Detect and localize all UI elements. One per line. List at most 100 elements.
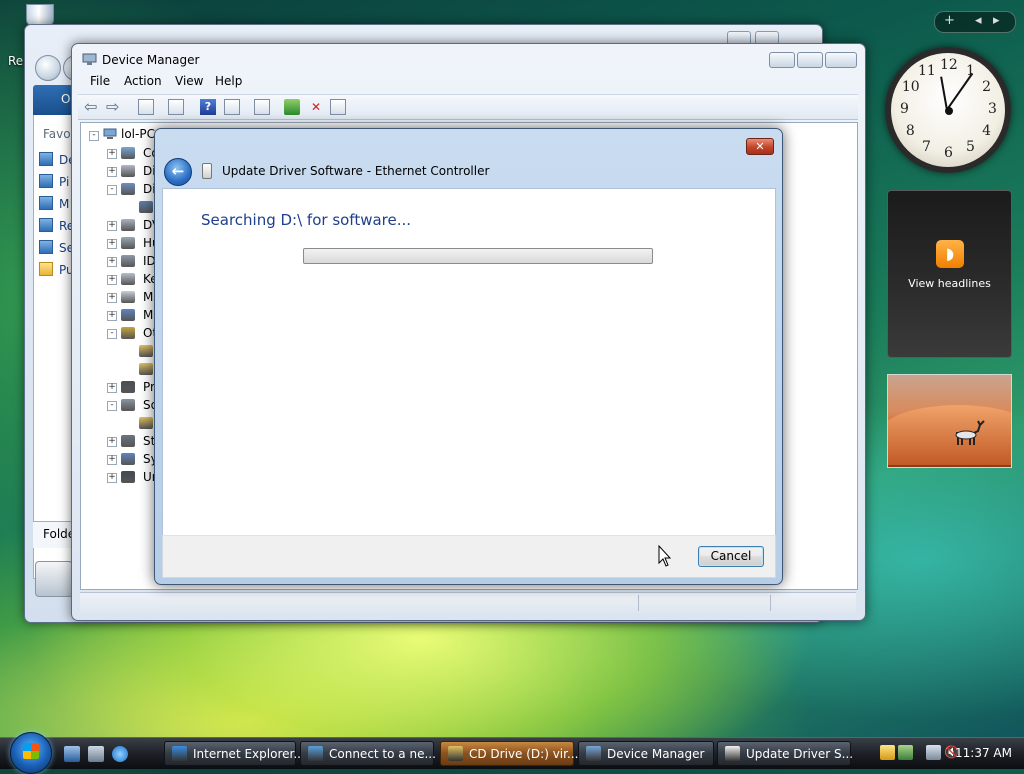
device-category-icon	[121, 435, 135, 447]
tree-expander[interactable]: +	[107, 239, 117, 249]
previous-button[interactable]: ◂	[975, 13, 982, 28]
sidebar-controls: + ◂ ▸	[934, 11, 1016, 33]
taskbar-button-label: Connect to a ne...	[329, 747, 436, 761]
ie-quicklaunch-icon[interactable]	[112, 746, 128, 762]
show-desktop-icon[interactable]	[64, 746, 80, 762]
next-button[interactable]: ▸	[993, 13, 1000, 28]
close-button[interactable]: ✕	[746, 138, 774, 155]
tree-expander[interactable]: +	[107, 149, 117, 159]
device-manager-icon	[586, 746, 601, 761]
slideshow-gadget[interactable]	[887, 374, 1012, 468]
recycle-bin-label: Re	[8, 54, 24, 68]
device-category-icon	[121, 291, 135, 303]
taskbar-button[interactable]: Update Driver S...	[717, 741, 854, 766]
switch-windows-icon[interactable]	[88, 746, 104, 762]
tree-expander[interactable]: +	[107, 221, 117, 231]
taskbar-button[interactable]: Internet Explorer...	[164, 741, 305, 766]
tree-expander[interactable]: -	[107, 185, 117, 195]
device-category-icon	[121, 219, 135, 231]
add-gadget-button[interactable]: +	[944, 13, 955, 28]
nav-header-label: O	[61, 92, 71, 106]
update-driver-dialog[interactable]: ✕ ← Update Driver Software - Ethernet Co…	[154, 128, 783, 585]
tree-expander[interactable]: -	[89, 131, 99, 141]
tree-expander[interactable]: +	[107, 275, 117, 285]
taskbar-button[interactable]: CD Drive (D:) vir...	[440, 741, 578, 766]
forward-arrow-icon[interactable]: ⇨	[106, 99, 122, 115]
view-icon[interactable]	[224, 99, 240, 115]
menu-file[interactable]: File	[90, 74, 110, 88]
back-button[interactable]	[35, 55, 61, 81]
update-driver-icon	[725, 746, 740, 761]
view-headlines-label[interactable]: View headlines	[888, 277, 1011, 290]
mouse-cursor-icon	[658, 545, 672, 567]
tree-expander[interactable]: +	[107, 257, 117, 267]
clock-gadget[interactable]: 12 1 2 3 4 5 6 7 8 9 10 11	[885, 47, 1011, 173]
back-button[interactable]: ←	[164, 158, 192, 186]
tree-root-label[interactable]: lol-PC	[121, 127, 155, 141]
cd-drive-icon	[448, 746, 463, 761]
device-category-icon	[121, 381, 135, 393]
tree-item-label[interactable]: M	[143, 290, 153, 304]
taskbar-button-label: Update Driver S...	[746, 747, 854, 761]
device-category-icon	[121, 471, 135, 483]
network-icon[interactable]	[926, 745, 941, 760]
tree-expander[interactable]: +	[107, 167, 117, 177]
disable-device-icon[interactable]	[330, 99, 346, 115]
menu-help[interactable]: Help	[215, 74, 242, 88]
maximize-button[interactable]	[797, 52, 823, 68]
status-heading: Searching D:\ for software...	[201, 211, 412, 229]
recycle-bin-icon[interactable]	[22, 4, 56, 26]
taskbar-button[interactable]: Device Manager	[578, 741, 714, 766]
status-bar	[80, 592, 856, 613]
taskbar-button-label: CD Drive (D:) vir...	[469, 747, 579, 761]
tree-item-label[interactable]: M	[143, 308, 153, 322]
menu-action[interactable]: Action	[124, 74, 162, 88]
uninstall-icon[interactable]: ✕	[308, 99, 324, 115]
tree-expander[interactable]: -	[107, 401, 117, 411]
clock-number: 4	[982, 123, 992, 139]
cancel-button[interactable]: Cancel	[698, 546, 764, 567]
tree-expander[interactable]: +	[107, 311, 117, 321]
help-icon[interactable]: ?	[200, 99, 216, 115]
scan-hardware-icon[interactable]	[254, 99, 270, 115]
properties-icon[interactable]	[168, 99, 184, 115]
device-category-icon	[121, 255, 135, 267]
taskbar-button[interactable]: Connect to a ne...	[300, 741, 436, 766]
folder-icon	[39, 262, 53, 276]
device-manager-icon	[82, 53, 97, 65]
feed-headlines-gadget[interactable]: ◗ View headlines	[887, 190, 1012, 358]
pictures-icon	[39, 174, 53, 188]
device-category-icon	[139, 417, 153, 429]
close-button[interactable]	[825, 52, 857, 68]
tree-expander[interactable]: +	[107, 383, 117, 393]
update-driver-icon[interactable]	[284, 99, 300, 115]
device-category-icon	[121, 165, 135, 177]
nav-item-label: Pi	[59, 175, 70, 189]
tray-clock[interactable]: 11:37 AM	[955, 746, 1012, 760]
tree-expander[interactable]: +	[107, 473, 117, 483]
minimize-button[interactable]	[769, 52, 795, 68]
music-icon	[39, 196, 53, 210]
tree-expander[interactable]: +	[107, 293, 117, 303]
device-category-icon	[121, 327, 135, 339]
taskbar-button-label: Device Manager	[607, 747, 705, 761]
tree-expander[interactable]: -	[107, 329, 117, 339]
device-icon	[202, 163, 212, 179]
back-arrow-icon[interactable]: ⇦	[84, 99, 100, 115]
progress-bar	[303, 248, 653, 264]
tree-expander[interactable]: +	[107, 455, 117, 465]
menu-view[interactable]: View	[175, 74, 203, 88]
device-category-icon	[121, 147, 135, 159]
computer-icon	[103, 128, 117, 139]
windows-update-icon[interactable]	[898, 745, 913, 760]
clock-number: 12	[940, 57, 958, 73]
system-tray: 🔇 11:37 AM	[864, 740, 1024, 767]
clock-number: 9	[900, 101, 909, 117]
dialog-title: Update Driver Software - Ethernet Contro…	[222, 164, 490, 178]
clock-number: 1	[966, 62, 975, 79]
network-icon	[308, 746, 323, 761]
show-hide-tree-icon[interactable]	[138, 99, 154, 115]
clock-number: 10	[901, 79, 920, 95]
security-shield-icon[interactable]	[880, 745, 895, 760]
tree-expander[interactable]: +	[107, 437, 117, 447]
